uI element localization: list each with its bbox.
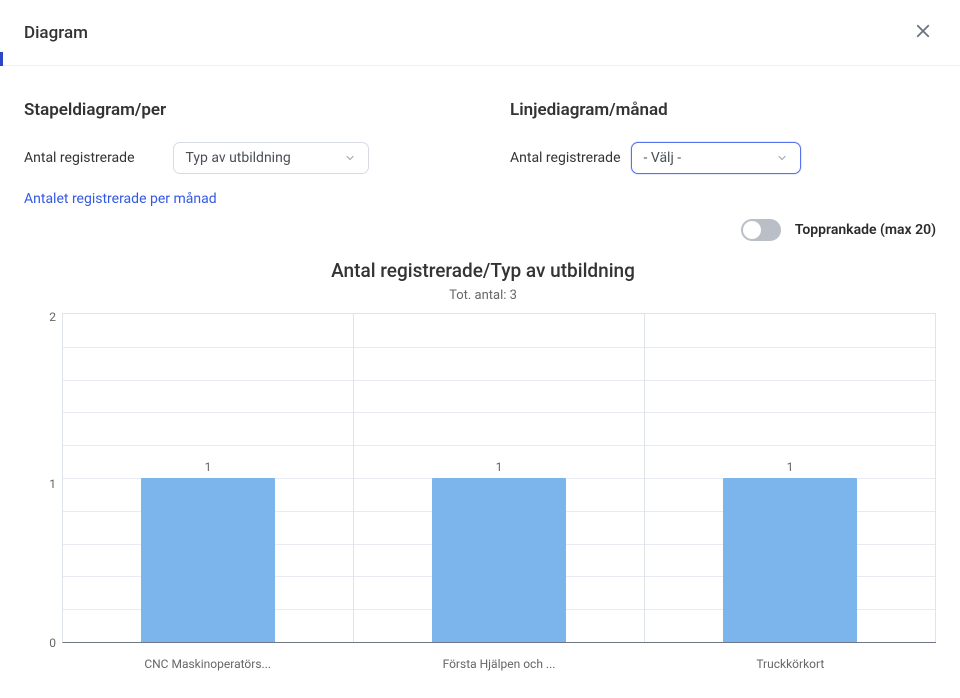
chart-column: 1 bbox=[645, 314, 936, 642]
bar-type-select-value: Typ av utbildning bbox=[186, 150, 291, 166]
bar bbox=[723, 478, 856, 642]
chevron-down-icon bbox=[776, 152, 788, 164]
chart-title: Antal registrerade/Typ av utbildning bbox=[30, 259, 936, 282]
top-ranked-toggle[interactable] bbox=[741, 219, 781, 241]
close-button[interactable] bbox=[910, 18, 936, 47]
plot-outer: 2 1 0 1 1 1 bbox=[30, 313, 936, 643]
chart-container: Antal registrerade/Typ av utbildning Tot… bbox=[24, 259, 936, 671]
chart-subtitle: Tot. antal: 3 bbox=[30, 288, 936, 303]
plot-area: 1 1 1 bbox=[62, 313, 936, 643]
bar bbox=[432, 478, 565, 642]
toggle-knob bbox=[743, 221, 761, 239]
line-chart-controls: Linjediagram/månad Antal registrerade - … bbox=[510, 100, 936, 207]
bar-chart-controls: Stapeldiagram/per Antal registrerade Typ… bbox=[24, 100, 450, 207]
modal-header: Diagram bbox=[0, 0, 960, 66]
chart-column: 1 bbox=[354, 314, 645, 642]
controls-row: Stapeldiagram/per Antal registrerade Typ… bbox=[24, 100, 936, 207]
y-tick: 1 bbox=[49, 478, 56, 490]
x-axis-label: CNC Maskinoperatörs... bbox=[62, 657, 353, 671]
line-count-label: Antal registrerade bbox=[510, 150, 621, 166]
y-tick: 0 bbox=[49, 637, 56, 649]
bar-value-label: 1 bbox=[787, 460, 794, 474]
bar-value-label: 1 bbox=[496, 460, 503, 474]
line-controls-heading: Linjediagram/månad bbox=[510, 100, 936, 120]
chart-column: 1 bbox=[63, 314, 354, 642]
chevron-down-icon bbox=[344, 152, 356, 164]
toggle-row: Topprankade (max 20) bbox=[24, 219, 936, 241]
y-tick: 2 bbox=[49, 311, 56, 323]
x-axis-label: Första Hjälpen och ... bbox=[353, 657, 644, 671]
y-axis: 2 1 0 bbox=[30, 313, 62, 643]
bar-count-label: Antal registrerade bbox=[24, 150, 135, 166]
bar-value-label: 1 bbox=[205, 460, 212, 474]
line-type-select[interactable]: - Välj - bbox=[631, 142, 801, 174]
registered-per-month-link[interactable]: Antalet registrerade per månad bbox=[24, 191, 217, 207]
bar-type-select[interactable]: Typ av utbildning bbox=[173, 142, 369, 174]
x-axis-label: Truckkörkort bbox=[645, 657, 936, 671]
modal-title: Diagram bbox=[24, 23, 88, 43]
bar bbox=[141, 478, 274, 642]
top-ranked-label: Topprankade (max 20) bbox=[795, 222, 936, 238]
close-icon bbox=[914, 22, 932, 40]
line-type-select-value: - Välj - bbox=[644, 150, 682, 166]
left-accent-bar bbox=[0, 52, 3, 66]
x-axis-labels: CNC Maskinoperatörs...Första Hjälpen och… bbox=[62, 657, 936, 671]
bar-controls-heading: Stapeldiagram/per bbox=[24, 100, 450, 120]
